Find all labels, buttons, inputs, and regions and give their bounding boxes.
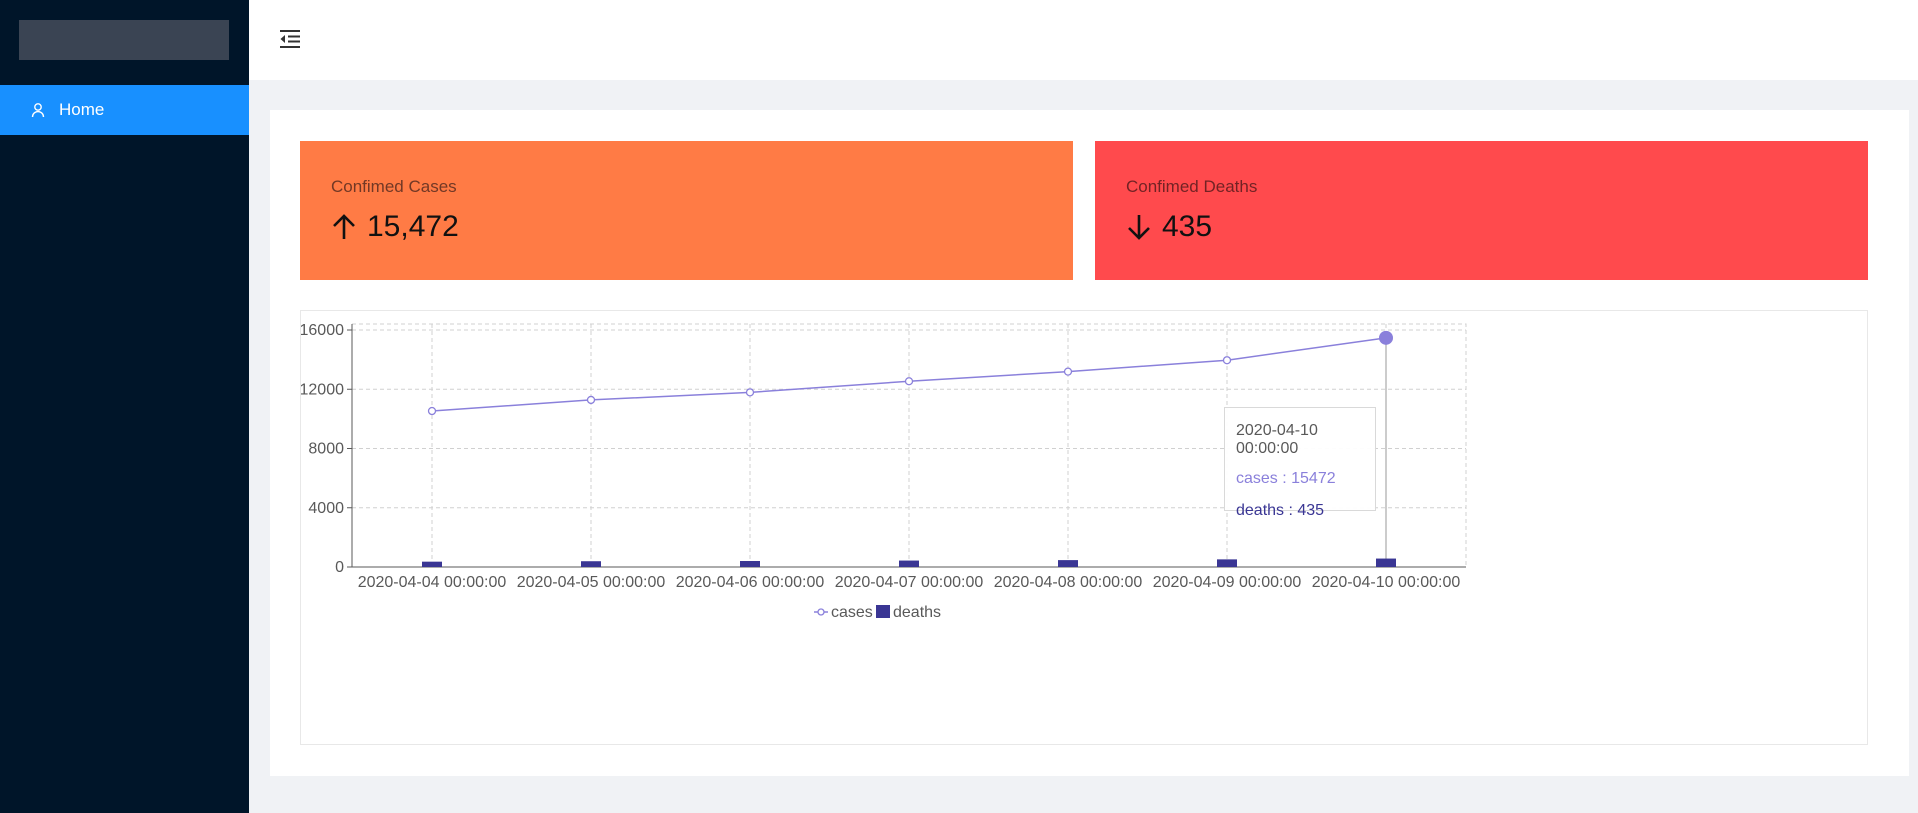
sidebar-item-label: Home [59,100,105,119]
cases-value: 15,472 [367,210,459,243]
arrow-down-icon [1128,215,1150,240]
deaths-bar [422,561,442,567]
user-icon [31,103,45,118]
menu-fold-icon[interactable] [279,28,301,50]
tooltip-cases: cases : 15472 [1236,470,1336,487]
legend-deaths-marker [876,605,890,618]
y-tick-label: 0 [335,559,344,576]
x-tick-label: 2020-04-07 00:00:00 [835,574,984,591]
card-title: Confimed Deaths [1126,177,1258,196]
cases-point [745,388,755,397]
card-title: Confimed Cases [331,177,457,196]
deaths-bar [1376,558,1396,567]
logo [19,20,229,60]
deaths-bar [740,561,760,567]
header [249,0,1918,80]
cases-point [427,406,437,416]
legend-deaths-label: deaths [893,604,941,621]
deaths-bar [1058,560,1078,567]
sidebar-item-home[interactable]: Home [0,85,249,135]
deaths-bar [899,560,919,567]
y-tick-label: 4000 [308,500,344,517]
x-tick-label: 2020-04-08 00:00:00 [994,574,1143,591]
y-tick-label: 8000 [308,441,344,458]
cases-point [904,377,914,386]
y-tick-label: 16000 [301,322,344,339]
x-tick-label: 2020-04-04 00:00:00 [358,574,507,591]
x-tick-label: 2020-04-06 00:00:00 [676,574,825,591]
chart-container: 0 4000 8000 12000 16000 2020-04-04 00:00:00 20… [300,310,1868,745]
deaths-bar [1217,559,1237,567]
legend-cases-label: cases [831,604,873,621]
chart-tooltip: 2020-04-10 00:00:00 cases : 15472 deaths… [1224,407,1376,519]
x-tick-label: 2020-04-09 00:00:00 [1153,574,1302,591]
y-tick-label: 12000 [301,381,344,398]
card-value-row: 435 [1126,210,1868,244]
x-tick-label: 2020-04-10 00:00:00 [1312,574,1461,591]
cases-point-highlight [1379,330,1393,345]
x-tick-label: 2020-04-05 00:00:00 [517,574,666,591]
cases-point [1063,367,1073,376]
cases-point [1222,356,1232,365]
tooltip-title: 2020-04-10 00:00:00 [1236,422,1318,457]
legend-cases-marker [817,608,825,616]
confirmed-cases-card: Confimed Cases 15,472 [300,141,1073,280]
tooltip-deaths: deaths : 435 [1236,502,1325,519]
cases-point [586,395,596,405]
arrow-up-icon [333,214,355,239]
confirmed-deaths-card: Confimed Deaths 435 [1095,141,1868,280]
deaths-value: 435 [1162,210,1213,243]
deaths-bar [581,561,601,567]
sidebar: Home [0,0,249,813]
cases-deaths-chart: 0 4000 8000 12000 16000 2020-04-04 00:00:00 20… [301,322,1467,621]
card-value-row: 15,472 [331,210,1073,244]
